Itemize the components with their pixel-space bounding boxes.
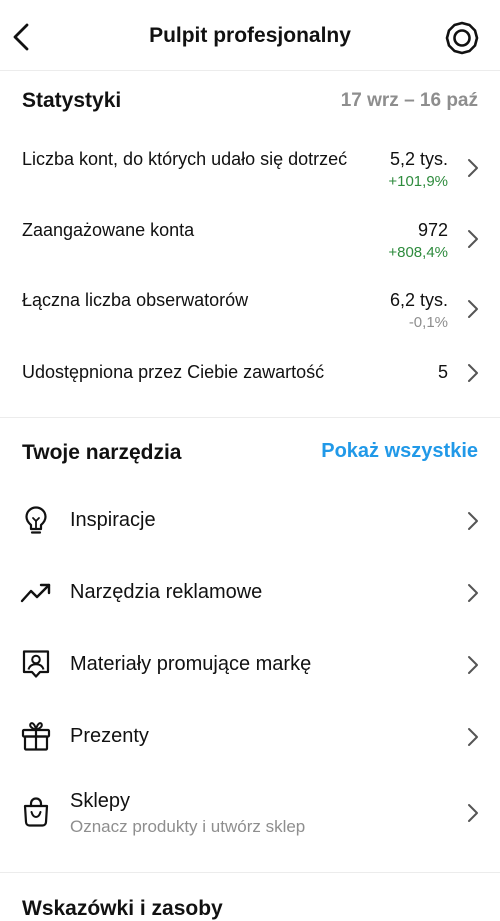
tool-label: Sklepy: [70, 790, 131, 812]
gear-icon: [445, 21, 479, 55]
stat-value: 6,2 tys.: [389, 290, 448, 310]
stat-change: +101,9%: [388, 173, 448, 190]
chevron-right-icon: [468, 804, 478, 822]
chevron-right-icon: [468, 728, 478, 746]
tool-label: Narzędzia reklamowe: [70, 581, 263, 603]
settings-button[interactable]: [444, 20, 480, 56]
chevron-right-icon: [468, 159, 478, 177]
section-divider: [0, 872, 500, 873]
stat-change: -0,1%: [408, 314, 448, 331]
chevron-left-icon: [13, 23, 29, 51]
date-range[interactable]: 17 wrz – 16 paź: [341, 90, 478, 112]
stat-label: Liczba kont, do których udało się dotrze…: [22, 149, 348, 169]
stat-row-reach[interactable]: Liczba kont, do których udało się dotrze…: [0, 149, 500, 205]
tool-item-shops[interactable]: Sklepy Oznacz produkty i utwórz sklep: [0, 778, 500, 848]
chevron-right-icon: [468, 512, 478, 530]
stat-value: 972: [417, 220, 448, 240]
tool-label: Inspiracje: [70, 509, 156, 531]
tool-item-brand-materials[interactable]: Materiały promujące markę: [0, 634, 500, 694]
tool-label: Materiały promujące markę: [70, 653, 312, 675]
tool-item-ad-tools[interactable]: Narzędzia reklamowe: [0, 562, 500, 622]
tool-label: Prezenty: [70, 725, 149, 747]
show-all-link[interactable]: Pokaż wszystkie: [321, 440, 478, 463]
stats-section-title: Statystyki: [22, 89, 122, 112]
back-button[interactable]: [8, 19, 38, 55]
lightbulb-icon: [25, 506, 47, 534]
tool-item-gifts[interactable]: Prezenty: [0, 706, 500, 766]
stat-value: 5: [437, 362, 448, 382]
tips-section-title: Wskazówki i zasoby: [22, 897, 223, 920]
tool-item-inspiration[interactable]: Inspiracje: [0, 490, 500, 550]
stat-value: 5,2 tys.: [389, 149, 448, 169]
section-divider: [0, 417, 500, 418]
brand-badge-icon: [22, 650, 50, 678]
stat-row-engaged[interactable]: Zaangażowane konta 972 +808,4%: [0, 220, 500, 276]
chevron-right-icon: [468, 364, 478, 382]
tools-section-title: Twoje narzędzia: [22, 441, 182, 464]
stat-label: Zaangażowane konta: [22, 220, 195, 240]
trending-up-icon: [20, 583, 51, 603]
stat-row-content[interactable]: Udostępniona przez Ciebie zawartość 5: [0, 362, 500, 392]
chevron-right-icon: [468, 584, 478, 602]
page-title: Pulpit profesjonalny: [149, 24, 351, 47]
stat-label: Łączna liczba obserwatorów: [22, 290, 249, 310]
stat-row-followers[interactable]: Łączna liczba obserwatorów 6,2 tys. -0,1…: [0, 290, 500, 346]
stat-change: +808,4%: [388, 244, 448, 261]
shopping-bag-icon: [23, 797, 49, 827]
gift-icon: [21, 722, 51, 751]
chevron-right-icon: [468, 300, 478, 318]
top-bar: Pulpit profesjonalny: [0, 0, 500, 71]
chevron-right-icon: [468, 656, 478, 674]
stat-label: Udostępniona przez Ciebie zawartość: [22, 362, 325, 382]
chevron-right-icon: [468, 230, 478, 248]
tool-sublabel: Oznacz produkty i utwórz sklep: [70, 817, 306, 836]
